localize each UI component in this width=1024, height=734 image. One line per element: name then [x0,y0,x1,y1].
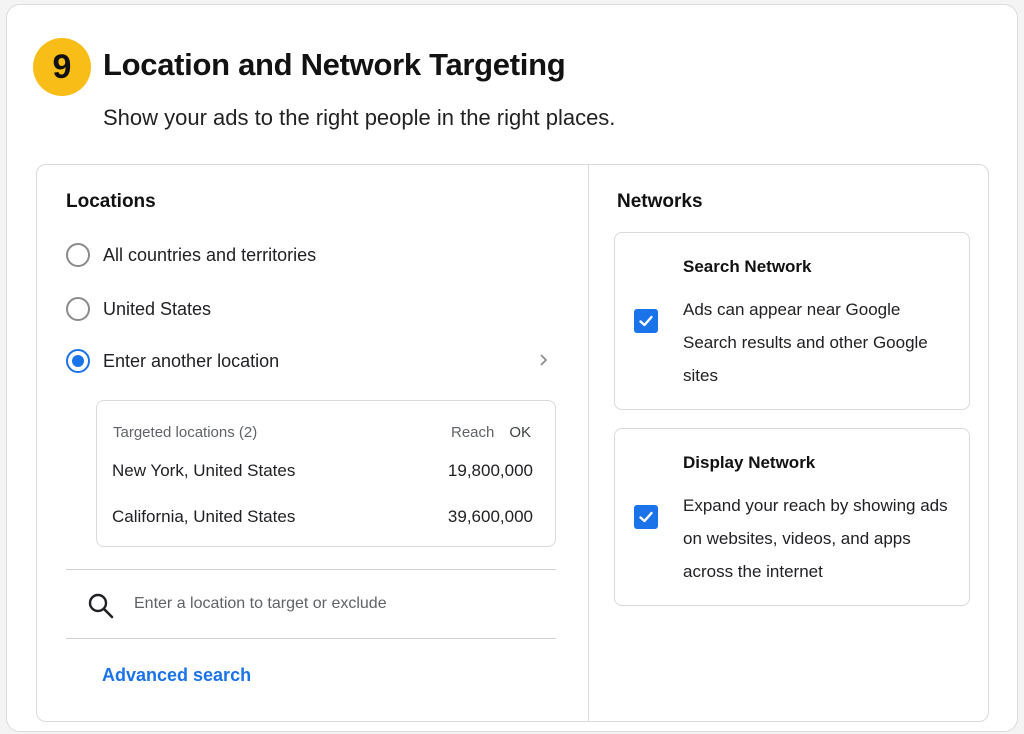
location-reach: 39,600,000 [447,507,533,526]
targeted-locations-header: Targeted locations (2) Reach OK [113,424,531,441]
network-title: Search Network [683,257,812,276]
locations-title: Locations [66,191,156,212]
targeting-card: Locations All countries and territories … [36,164,989,722]
location-search-row[interactable] [66,571,556,639]
step-number: 9 [52,47,72,86]
network-card-display[interactable]: Display Network Expand your reach by sho… [614,428,970,606]
display-network-checkbox[interactable] [634,505,658,529]
location-option-another-location[interactable]: Enter another location [66,349,279,373]
reach-column-header: Reach [451,424,495,441]
search-bottom-divider [66,638,556,639]
network-title: Display Network [683,453,816,472]
network-card-search[interactable]: Search Network Ads can appear near Googl… [614,232,970,410]
location-option-united-states[interactable]: United States [66,297,211,321]
column-divider [588,165,589,721]
targeted-locations-box: Targeted locations (2) Reach OK New York… [96,400,556,547]
radio-all-countries[interactable] [66,243,90,267]
step-number-badge: 9 [33,38,91,96]
network-description: Ads can appear near Google Search result… [683,300,928,385]
advanced-search-link[interactable]: Advanced search [102,665,251,686]
search-network-checkbox[interactable] [634,309,658,333]
location-reach: 19,800,000 [447,461,533,480]
radio-another-location[interactable] [66,349,90,373]
page-subtitle: Show your ads to the right people in the… [103,105,616,130]
targeted-locations-count: Targeted locations (2) [113,424,258,441]
radio-united-states[interactable] [66,297,90,321]
search-icon [87,592,115,620]
location-option-label: United States [103,298,212,319]
chevron-right-icon[interactable] [538,351,550,372]
targeted-location-row[interactable]: New York, United States 19,800,000 [112,461,533,481]
checkmark-icon [639,511,653,523]
targeted-location-row[interactable]: California, United States 39,600,000 [112,507,533,527]
location-name: California, United States [112,507,296,526]
networks-title: Networks [617,191,703,212]
location-option-label: Enter another location [103,350,280,371]
search-top-divider [66,569,556,570]
checkmark-icon [639,315,653,327]
network-description: Expand your reach by showing ads on webs… [683,496,948,581]
location-search-input[interactable] [134,589,534,619]
page-title: Location and Network Targeting [103,47,566,82]
ok-button[interactable]: OK [509,424,531,441]
location-option-all-countries[interactable]: All countries and territories [66,243,316,267]
location-option-label: All countries and territories [103,244,317,265]
targeting-panel: 9 Location and Network Targeting Show yo… [6,4,1018,732]
location-name: New York, United States [112,461,296,480]
